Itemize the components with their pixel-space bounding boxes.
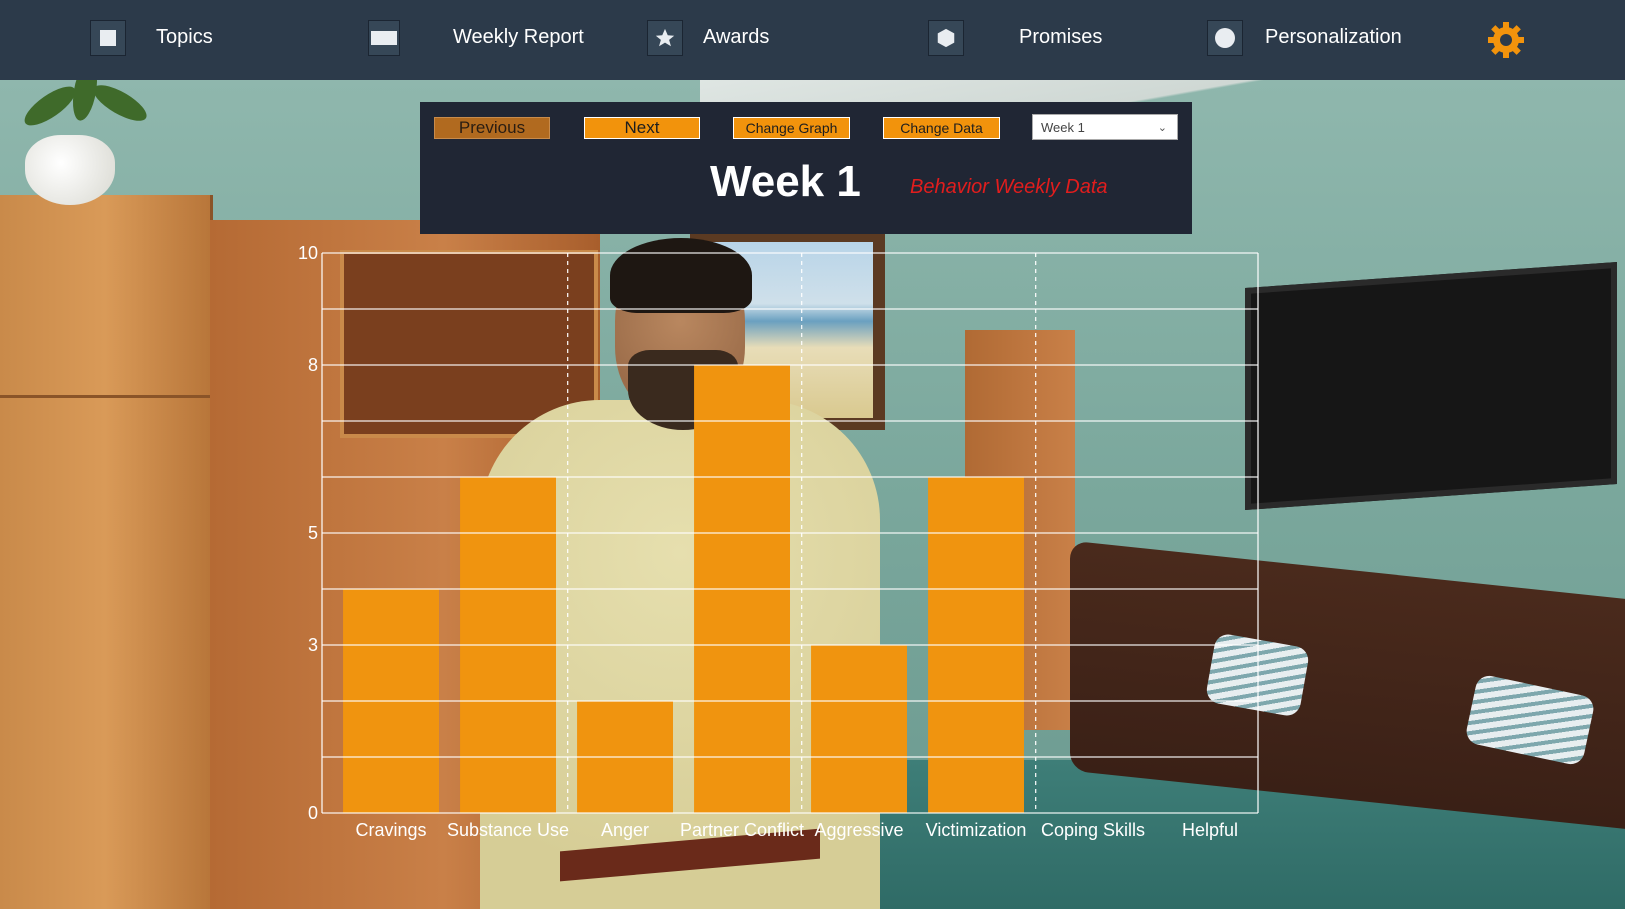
circle-icon[interactable] — [1207, 20, 1243, 56]
wall-television — [1245, 261, 1617, 511]
avatar-beard — [628, 350, 738, 430]
plant-pot — [25, 135, 115, 205]
top-navigation-bar: Topics Weekly Report Awards Promises Per… — [0, 0, 1625, 80]
rectangle-icon[interactable] — [368, 20, 400, 56]
nav-topics-label[interactable]: Topics — [156, 26, 213, 49]
nav-weekly-report-label[interactable]: Weekly Report — [453, 26, 584, 49]
graph-subtitle: Behavior Weekly Data — [910, 176, 1108, 198]
nav-promises-label[interactable]: Promises — [1019, 26, 1102, 49]
avatar-hair — [610, 238, 752, 313]
week-dropdown[interactable]: Week 1 ⌄ — [1032, 114, 1178, 140]
week-title: Week 1 — [710, 157, 861, 206]
chevron-down-icon: ⌄ — [1157, 122, 1167, 134]
left-cabinet — [0, 195, 213, 909]
gear-icon[interactable] — [1486, 20, 1526, 60]
week-dropdown-value: Week 1 — [1041, 119, 1085, 135]
avatar-body — [480, 400, 880, 909]
bookcase — [965, 330, 1075, 730]
nav-personalization-label[interactable]: Personalization — [1265, 26, 1402, 49]
next-button[interactable]: Next — [584, 117, 700, 139]
change-graph-button[interactable]: Change Graph — [733, 117, 850, 139]
hexagon-icon[interactable] — [928, 20, 964, 56]
graph-controls-panel: Previous Next Change Graph Change Data W… — [420, 102, 1192, 234]
change-data-button[interactable]: Change Data — [883, 117, 1000, 139]
star-icon[interactable] — [647, 20, 683, 56]
previous-button[interactable]: Previous — [434, 117, 550, 139]
nav-awards-label[interactable]: Awards — [703, 26, 769, 49]
square-icon[interactable] — [90, 20, 126, 56]
